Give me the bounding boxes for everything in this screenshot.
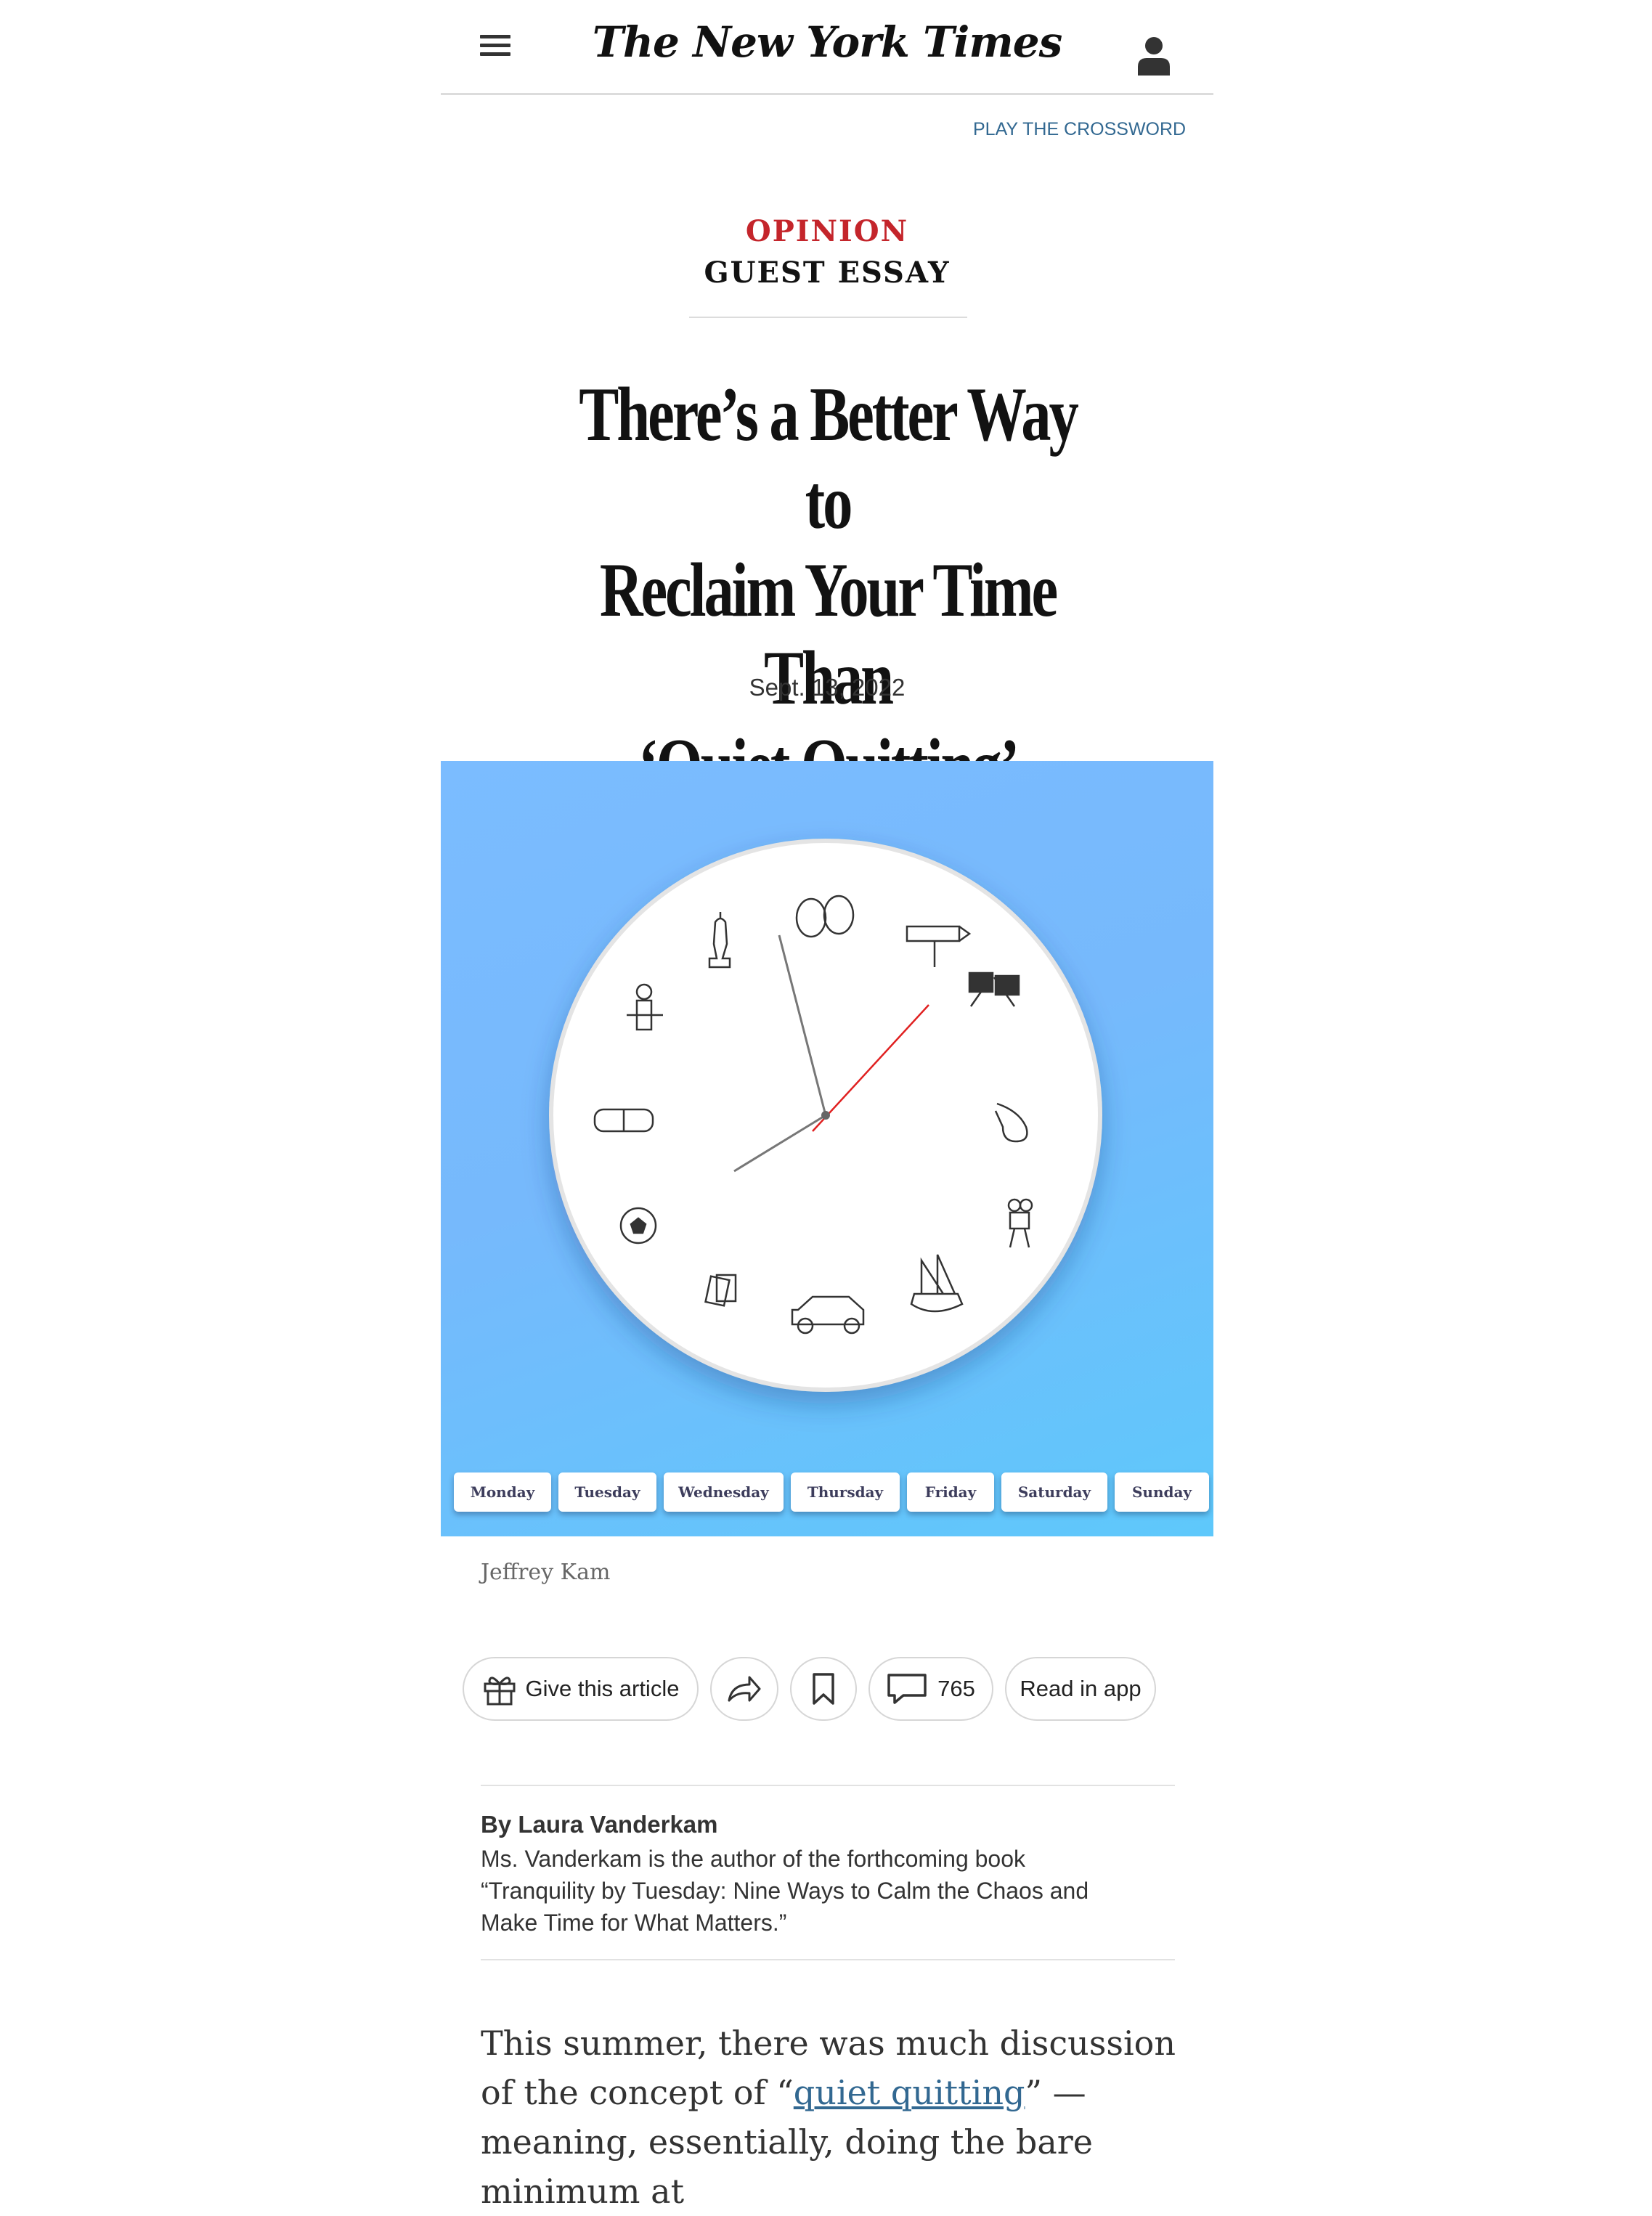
give-article-label: Give this article — [525, 1676, 680, 1701]
author-bio: Ms. Vanderkam is the author of the forth… — [481, 1846, 1089, 1936]
account-icon[interactable] — [1136, 35, 1171, 76]
byline-top-divider — [481, 1785, 1175, 1786]
clock-illustration: Monday Tuesday Wednesday Thursday Friday… — [441, 761, 1213, 1536]
byline-bottom-divider — [481, 1959, 1175, 1960]
clock-graphic — [549, 839, 1102, 1392]
comments-count: 765 — [937, 1676, 975, 1701]
article-type-label: GUEST ESSAY — [704, 256, 951, 290]
gift-icon — [484, 1677, 516, 1706]
nyt-logo[interactable]: The New York Times — [441, 17, 1213, 67]
day-tab-friday[interactable]: Friday — [907, 1472, 994, 1512]
weekday-tabs: Monday Tuesday Wednesday Thursday Friday… — [454, 1472, 1209, 1513]
site-header: The New York Times — [441, 0, 1213, 95]
section-label-opinion[interactable]: OPINION — [441, 214, 1213, 248]
day-tab-monday[interactable]: Monday — [454, 1472, 551, 1512]
read-in-app-button[interactable]: Read in app — [1005, 1657, 1156, 1721]
day-tab-tuesday[interactable]: Tuesday — [558, 1472, 656, 1512]
give-article-button[interactable]: Give this article — [463, 1657, 699, 1721]
article-body-paragraph: This summer, there was much discussion o… — [481, 2024, 1176, 2211]
image-credit: Jeffrey Kam — [481, 1560, 611, 1585]
day-tab-saturday[interactable]: Saturday — [1001, 1472, 1107, 1512]
bookmark-icon — [813, 1673, 834, 1705]
day-tab-thursday[interactable]: Thursday — [791, 1472, 900, 1512]
kicker-divider — [689, 317, 967, 318]
save-bookmark-button[interactable] — [790, 1657, 857, 1721]
day-tab-sunday[interactable]: Sunday — [1115, 1472, 1209, 1512]
comment-bubble-icon — [887, 1674, 927, 1704]
day-tab-wednesday[interactable]: Wednesday — [664, 1472, 784, 1512]
read-in-app-label: Read in app — [1020, 1676, 1142, 1701]
share-arrow-icon — [728, 1676, 761, 1702]
share-button[interactable] — [710, 1657, 778, 1721]
comments-button[interactable]: 765 — [868, 1657, 993, 1721]
quiet-quitting-link[interactable]: quiet quitting — [794, 2073, 1025, 2112]
clock-center — [821, 1111, 830, 1120]
play-crossword-link[interactable]: PLAY THE CROSSWORD — [973, 119, 1186, 140]
publish-date: Sept. 13, 2022 — [749, 674, 906, 701]
headline: There’s a Better Way to Reclaim Your Tim… — [579, 372, 1079, 808]
byline-author[interactable]: By Laura Vanderkam — [481, 1811, 718, 1838]
